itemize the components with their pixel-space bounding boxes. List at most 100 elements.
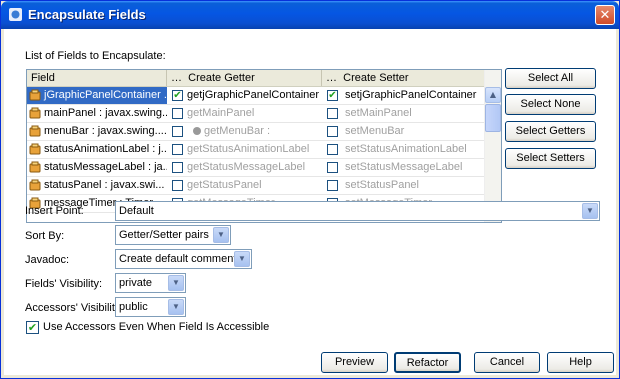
select-setters-button[interactable]: Select Setters bbox=[505, 148, 596, 169]
table-scrollbar[interactable]: ▲ ▼ bbox=[484, 70, 501, 222]
dialog-body: List of Fields to Encapsulate: Field … C… bbox=[4, 29, 616, 375]
getter-name-cell[interactable]: getjGraphicPanelContainer bbox=[187, 87, 320, 104]
busy-indicator-icon bbox=[193, 127, 201, 135]
field-name: statusAnimationLabel : j... bbox=[44, 143, 167, 155]
window-title: Encapsulate Fields bbox=[28, 7, 146, 22]
help-button[interactable]: Help bbox=[547, 352, 614, 373]
table-row[interactable]: mainPanel : javax.swing.... getMainPanel s… bbox=[27, 105, 485, 123]
refactor-button[interactable]: Refactor bbox=[394, 352, 461, 373]
chevron-down-icon[interactable]: ▼ bbox=[213, 227, 229, 243]
setter-name-cell[interactable]: setjGraphicPanelContainer bbox=[345, 87, 485, 104]
fields-visibility-label: Fields' Visibility: bbox=[25, 278, 103, 290]
getter-checkbox[interactable] bbox=[172, 180, 183, 191]
chevron-down-icon[interactable]: ▼ bbox=[234, 251, 250, 267]
field-name: menuBar : javax.swing.... bbox=[44, 125, 167, 137]
header-create-setter[interactable]: … Create Setter bbox=[322, 70, 485, 86]
setter-checkbox[interactable] bbox=[327, 162, 338, 173]
select-getters-button[interactable]: Select Getters bbox=[505, 121, 596, 142]
header-setter-ellipsis: … bbox=[326, 72, 337, 84]
setter-name: setStatusMessageLabel bbox=[345, 161, 463, 173]
setter-name-cell[interactable]: setStatusPanel bbox=[345, 177, 485, 194]
sort-by-value: Getter/Setter pairs bbox=[119, 229, 209, 241]
setter-name-cell[interactable]: setStatusMessageLabel bbox=[345, 159, 485, 176]
getter-name: getStatusMessageLabel bbox=[187, 161, 306, 173]
getter-name: getjGraphicPanelContainer bbox=[187, 89, 320, 101]
setter-checkbox[interactable] bbox=[327, 126, 338, 137]
getter-name-cell[interactable]: getMenuBar : bbox=[187, 123, 320, 140]
insert-point-value: Default bbox=[119, 205, 154, 217]
getter-name-cell[interactable]: getStatusMessageLabel bbox=[187, 159, 320, 176]
field-icon bbox=[29, 179, 41, 191]
setter-checkbox[interactable]: ✔ bbox=[327, 90, 338, 101]
setter-checkbox[interactable] bbox=[327, 144, 338, 155]
field-name: jGraphicPanelContainer ... bbox=[44, 89, 167, 101]
javadoc-select[interactable]: Create default comments ▼ bbox=[115, 249, 252, 269]
select-none-button[interactable]: Select None bbox=[505, 94, 596, 115]
field-icon bbox=[29, 143, 41, 155]
chevron-down-icon[interactable]: ▼ bbox=[168, 275, 184, 291]
field-cell[interactable]: statusAnimationLabel : j... bbox=[27, 141, 167, 158]
setter-name-cell[interactable]: setMainPanel bbox=[345, 105, 485, 122]
close-button[interactable]: ✕ bbox=[595, 5, 615, 25]
getter-name-cell[interactable]: getStatusPanel bbox=[187, 177, 320, 194]
header-field[interactable]: Field bbox=[27, 70, 167, 86]
getter-name: getMainPanel bbox=[187, 107, 255, 119]
insert-point-label: Insert Point: bbox=[25, 205, 84, 217]
insert-point-select[interactable]: Default ▼ bbox=[115, 201, 600, 221]
setter-name: setMenuBar bbox=[345, 125, 405, 137]
title-bar: Encapsulate Fields ✕ bbox=[1, 1, 619, 29]
field-cell[interactable]: mainPanel : javax.swing.... bbox=[27, 105, 167, 122]
header-getter-label: Create Getter bbox=[188, 72, 255, 84]
header-setter-label: Create Setter bbox=[343, 72, 409, 84]
table-row[interactable]: statusPanel : javax.swi... getStatusPanel… bbox=[27, 177, 485, 195]
table-row[interactable]: statusMessageLabel : ja... getStatusMessa… bbox=[27, 159, 485, 177]
field-name: statusPanel : javax.swi... bbox=[44, 179, 165, 191]
field-cell[interactable]: jGraphicPanelContainer ... bbox=[27, 87, 167, 104]
table-row[interactable]: statusAnimationLabel : j... getStatusAnim… bbox=[27, 141, 485, 159]
fields-visibility-value: private bbox=[119, 277, 153, 289]
preview-button[interactable]: Preview bbox=[321, 352, 388, 373]
setter-name-cell[interactable]: setStatusAnimationLabel bbox=[345, 141, 485, 158]
encapsulate-fields-dialog: Encapsulate Fields ✕ List of Fields to E… bbox=[0, 0, 620, 379]
select-all-button[interactable]: Select All bbox=[505, 68, 596, 89]
chevron-down-icon[interactable]: ▼ bbox=[168, 299, 184, 315]
table-row[interactable]: jGraphicPanelContainer ... ✔ getjGraphicPa… bbox=[27, 87, 485, 105]
scroll-thumb[interactable] bbox=[485, 104, 501, 132]
getter-checkbox[interactable] bbox=[172, 144, 183, 155]
setter-name: setStatusPanel bbox=[345, 179, 419, 191]
getter-name: getStatusPanel bbox=[187, 179, 262, 191]
sort-by-select[interactable]: Getter/Setter pairs ▼ bbox=[115, 225, 231, 245]
app-icon bbox=[9, 8, 22, 21]
field-cell[interactable]: menuBar : javax.swing.... bbox=[27, 123, 167, 140]
getter-checkbox[interactable]: ✔ bbox=[172, 90, 183, 101]
field-cell[interactable]: statusPanel : javax.swi... bbox=[27, 177, 167, 194]
getter-name-cell[interactable]: getStatusAnimationLabel bbox=[187, 141, 320, 158]
cancel-button[interactable]: Cancel bbox=[474, 352, 540, 373]
setter-checkbox[interactable] bbox=[327, 108, 338, 119]
field-cell[interactable]: statusMessageLabel : ja... bbox=[27, 159, 167, 176]
getter-name: getStatusAnimationLabel bbox=[187, 143, 310, 155]
getter-name-cell[interactable]: getMainPanel bbox=[187, 105, 320, 122]
scroll-up-button[interactable]: ▲ bbox=[485, 87, 501, 103]
field-name: mainPanel : javax.swing.... bbox=[44, 107, 167, 119]
getter-checkbox[interactable] bbox=[172, 108, 183, 119]
setter-name: setjGraphicPanelContainer bbox=[345, 89, 477, 101]
accessors-visibility-label: Accessors' Visibility: bbox=[25, 302, 124, 314]
table-row[interactable]: menuBar : javax.swing.... getMenuBar : set… bbox=[27, 123, 485, 141]
field-icon bbox=[29, 107, 41, 119]
fields-visibility-select[interactable]: private ▼ bbox=[115, 273, 186, 293]
field-name: statusMessageLabel : ja... bbox=[44, 161, 167, 173]
setter-name: setMainPanel bbox=[345, 107, 412, 119]
getter-checkbox[interactable] bbox=[172, 126, 183, 137]
accessors-visibility-select[interactable]: public ▼ bbox=[115, 297, 186, 317]
sort-by-label: Sort By: bbox=[25, 230, 65, 242]
setter-checkbox[interactable] bbox=[327, 180, 338, 191]
getter-checkbox[interactable] bbox=[172, 162, 183, 173]
list-label: List of Fields to Encapsulate: bbox=[25, 50, 166, 62]
header-create-getter[interactable]: … Create Getter bbox=[167, 70, 322, 86]
use-accessors-checkbox[interactable]: ✔ bbox=[26, 321, 39, 334]
chevron-down-icon[interactable]: ▼ bbox=[582, 203, 598, 219]
table-header: Field … Create Getter … Create Setter bbox=[27, 70, 485, 87]
setter-name: setStatusAnimationLabel bbox=[345, 143, 467, 155]
setter-name-cell[interactable]: setMenuBar bbox=[345, 123, 485, 140]
